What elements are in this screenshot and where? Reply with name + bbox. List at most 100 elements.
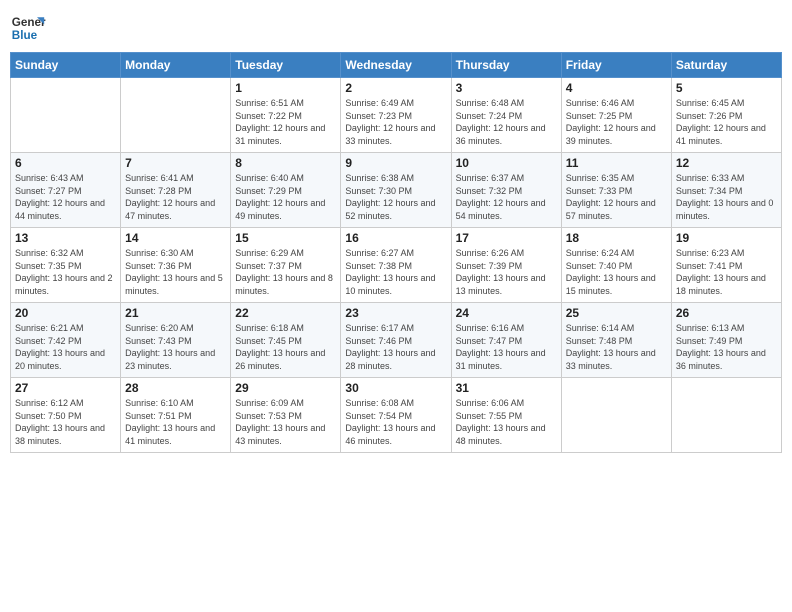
day-info: Sunrise: 6:27 AM Sunset: 7:38 PM Dayligh… <box>345 247 446 297</box>
header-cell-tuesday: Tuesday <box>231 53 341 78</box>
day-number: 7 <box>125 156 226 170</box>
calendar-cell: 17 Sunrise: 6:26 AM Sunset: 7:39 PM Dayli… <box>451 228 561 303</box>
calendar-table: SundayMondayTuesdayWednesdayThursdayFrid… <box>10 52 782 453</box>
calendar-cell: 27 Sunrise: 6:12 AM Sunset: 7:50 PM Dayli… <box>11 378 121 453</box>
calendar-week-row: 1 Sunrise: 6:51 AM Sunset: 7:22 PM Daylig… <box>11 78 782 153</box>
header-cell-thursday: Thursday <box>451 53 561 78</box>
day-number: 16 <box>345 231 446 245</box>
calendar-cell: 13 Sunrise: 6:32 AM Sunset: 7:35 PM Dayli… <box>11 228 121 303</box>
day-number: 18 <box>566 231 667 245</box>
day-number: 19 <box>676 231 777 245</box>
day-number: 29 <box>235 381 336 395</box>
day-number: 15 <box>235 231 336 245</box>
calendar-cell: 2 Sunrise: 6:49 AM Sunset: 7:23 PM Daylig… <box>341 78 451 153</box>
day-info: Sunrise: 6:48 AM Sunset: 7:24 PM Dayligh… <box>456 97 557 147</box>
day-number: 13 <box>15 231 116 245</box>
day-number: 31 <box>456 381 557 395</box>
day-info: Sunrise: 6:08 AM Sunset: 7:54 PM Dayligh… <box>345 397 446 447</box>
day-info: Sunrise: 6:46 AM Sunset: 7:25 PM Dayligh… <box>566 97 667 147</box>
day-info: Sunrise: 6:26 AM Sunset: 7:39 PM Dayligh… <box>456 247 557 297</box>
day-info: Sunrise: 6:10 AM Sunset: 7:51 PM Dayligh… <box>125 397 226 447</box>
day-info: Sunrise: 6:33 AM Sunset: 7:34 PM Dayligh… <box>676 172 777 222</box>
day-number: 26 <box>676 306 777 320</box>
day-number: 21 <box>125 306 226 320</box>
header-cell-saturday: Saturday <box>671 53 781 78</box>
calendar-cell <box>121 78 231 153</box>
day-number: 24 <box>456 306 557 320</box>
day-info: Sunrise: 6:32 AM Sunset: 7:35 PM Dayligh… <box>15 247 116 297</box>
calendar-cell: 29 Sunrise: 6:09 AM Sunset: 7:53 PM Dayli… <box>231 378 341 453</box>
day-number: 9 <box>345 156 446 170</box>
header-cell-friday: Friday <box>561 53 671 78</box>
calendar-cell: 22Sunrise: 6:18 AM Sunset: 7:45 PM Dayli… <box>231 303 341 378</box>
calendar-cell: 8Sunrise: 6:40 AM Sunset: 7:29 PM Daylig… <box>231 153 341 228</box>
day-info: Sunrise: 6:38 AM Sunset: 7:30 PM Dayligh… <box>345 172 446 222</box>
calendar-cell: 26 Sunrise: 6:13 AM Sunset: 7:49 PM Dayli… <box>671 303 781 378</box>
calendar-week-row: 6 Sunrise: 6:43 AM Sunset: 7:27 PM Daylig… <box>11 153 782 228</box>
calendar-cell: 14 Sunrise: 6:30 AM Sunset: 7:36 PM Dayli… <box>121 228 231 303</box>
day-info: Sunrise: 6:13 AM Sunset: 7:49 PM Dayligh… <box>676 322 777 372</box>
calendar-cell: 5Sunrise: 6:45 AM Sunset: 7:26 PM Daylig… <box>671 78 781 153</box>
logo: General Blue <box>10 10 46 46</box>
calendar-cell: 19Sunrise: 6:23 AM Sunset: 7:41 PM Dayli… <box>671 228 781 303</box>
day-info: Sunrise: 6:35 AM Sunset: 7:33 PM Dayligh… <box>566 172 667 222</box>
calendar-cell: 10Sunrise: 6:37 AM Sunset: 7:32 PM Dayli… <box>451 153 561 228</box>
calendar-cell: 12 Sunrise: 6:33 AM Sunset: 7:34 PM Dayli… <box>671 153 781 228</box>
header-cell-monday: Monday <box>121 53 231 78</box>
calendar-header-row: SundayMondayTuesdayWednesdayThursdayFrid… <box>11 53 782 78</box>
calendar-cell: 15 Sunrise: 6:29 AM Sunset: 7:37 PM Dayli… <box>231 228 341 303</box>
day-number: 6 <box>15 156 116 170</box>
day-info: Sunrise: 6:14 AM Sunset: 7:48 PM Dayligh… <box>566 322 667 372</box>
calendar-cell: 9 Sunrise: 6:38 AM Sunset: 7:30 PM Daylig… <box>341 153 451 228</box>
calendar-cell <box>561 378 671 453</box>
day-number: 2 <box>345 81 446 95</box>
day-info: Sunrise: 6:29 AM Sunset: 7:37 PM Dayligh… <box>235 247 336 297</box>
day-info: Sunrise: 6:12 AM Sunset: 7:50 PM Dayligh… <box>15 397 116 447</box>
day-info: Sunrise: 6:17 AM Sunset: 7:46 PM Dayligh… <box>345 322 446 372</box>
day-info: Sunrise: 6:09 AM Sunset: 7:53 PM Dayligh… <box>235 397 336 447</box>
day-number: 1 <box>235 81 336 95</box>
day-number: 10 <box>456 156 557 170</box>
day-number: 17 <box>456 231 557 245</box>
logo-icon: General Blue <box>10 10 46 46</box>
calendar-cell: 24Sunrise: 6:16 AM Sunset: 7:47 PM Dayli… <box>451 303 561 378</box>
calendar-cell: 28 Sunrise: 6:10 AM Sunset: 7:51 PM Dayli… <box>121 378 231 453</box>
calendar-cell: 23 Sunrise: 6:17 AM Sunset: 7:46 PM Dayli… <box>341 303 451 378</box>
day-info: Sunrise: 6:21 AM Sunset: 7:42 PM Dayligh… <box>15 322 116 372</box>
header-cell-wednesday: Wednesday <box>341 53 451 78</box>
day-info: Sunrise: 6:45 AM Sunset: 7:26 PM Dayligh… <box>676 97 777 147</box>
day-info: Sunrise: 6:24 AM Sunset: 7:40 PM Dayligh… <box>566 247 667 297</box>
header-cell-sunday: Sunday <box>11 53 121 78</box>
day-number: 4 <box>566 81 667 95</box>
day-info: Sunrise: 6:18 AM Sunset: 7:45 PM Dayligh… <box>235 322 336 372</box>
day-info: Sunrise: 6:30 AM Sunset: 7:36 PM Dayligh… <box>125 247 226 297</box>
calendar-cell: 18 Sunrise: 6:24 AM Sunset: 7:40 PM Dayli… <box>561 228 671 303</box>
page-header: General Blue <box>10 10 782 46</box>
day-number: 3 <box>456 81 557 95</box>
calendar-week-row: 13 Sunrise: 6:32 AM Sunset: 7:35 PM Dayli… <box>11 228 782 303</box>
day-info: Sunrise: 6:49 AM Sunset: 7:23 PM Dayligh… <box>345 97 446 147</box>
calendar-cell: 4 Sunrise: 6:46 AM Sunset: 7:25 PM Daylig… <box>561 78 671 153</box>
day-number: 23 <box>345 306 446 320</box>
day-info: Sunrise: 6:40 AM Sunset: 7:29 PM Dayligh… <box>235 172 336 222</box>
day-number: 27 <box>15 381 116 395</box>
day-number: 20 <box>15 306 116 320</box>
day-number: 25 <box>566 306 667 320</box>
calendar-cell: 6 Sunrise: 6:43 AM Sunset: 7:27 PM Daylig… <box>11 153 121 228</box>
calendar-cell: 21Sunrise: 6:20 AM Sunset: 7:43 PM Dayli… <box>121 303 231 378</box>
day-number: 30 <box>345 381 446 395</box>
day-number: 12 <box>676 156 777 170</box>
calendar-week-row: 27 Sunrise: 6:12 AM Sunset: 7:50 PM Dayli… <box>11 378 782 453</box>
calendar-body: 1 Sunrise: 6:51 AM Sunset: 7:22 PM Daylig… <box>11 78 782 453</box>
calendar-cell <box>11 78 121 153</box>
day-number: 14 <box>125 231 226 245</box>
day-info: Sunrise: 6:43 AM Sunset: 7:27 PM Dayligh… <box>15 172 116 222</box>
calendar-cell: 7Sunrise: 6:41 AM Sunset: 7:28 PM Daylig… <box>121 153 231 228</box>
calendar-cell: 16 Sunrise: 6:27 AM Sunset: 7:38 PM Dayli… <box>341 228 451 303</box>
calendar-cell: 20 Sunrise: 6:21 AM Sunset: 7:42 PM Dayli… <box>11 303 121 378</box>
calendar-cell: 25 Sunrise: 6:14 AM Sunset: 7:48 PM Dayli… <box>561 303 671 378</box>
day-number: 11 <box>566 156 667 170</box>
calendar-cell <box>671 378 781 453</box>
day-info: Sunrise: 6:51 AM Sunset: 7:22 PM Dayligh… <box>235 97 336 147</box>
day-number: 28 <box>125 381 226 395</box>
